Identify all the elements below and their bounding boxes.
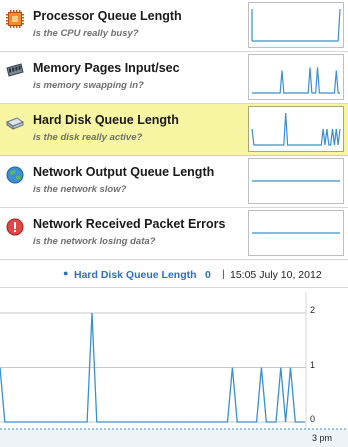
sparkline-series xyxy=(251,112,341,146)
error-alert-icon xyxy=(6,218,24,236)
counter-name: Memory Pages Input/sec xyxy=(33,61,180,75)
sparkline[interactable] xyxy=(248,210,344,256)
y-tick-label: 0 xyxy=(310,414,316,424)
sparkline[interactable] xyxy=(248,158,344,204)
cpu-chip-icon xyxy=(6,10,24,28)
sparkline-svg xyxy=(251,112,341,146)
sparkline-series xyxy=(252,67,340,94)
counter-description: is memory swapping in? xyxy=(33,80,144,91)
status-current-value: 0 xyxy=(205,269,211,281)
counter-name: Hard Disk Queue Length xyxy=(33,113,179,127)
hard-disk-icon xyxy=(5,114,25,132)
counter-description: is the disk really active? xyxy=(33,132,143,143)
sparkline-series xyxy=(252,8,341,42)
detail-chart-svg xyxy=(0,292,348,447)
status-timestamp: 15:05 July 10, 2012 xyxy=(230,269,322,281)
counter-row[interactable]: Network Received Packet Errors is the net… xyxy=(0,208,348,260)
sparkline[interactable] xyxy=(248,106,344,152)
sparkline[interactable] xyxy=(248,54,344,100)
detail-chart[interactable]: 2 1 0 3 pm xyxy=(0,288,348,447)
sparkline-svg xyxy=(251,8,341,42)
y-tick-label: 2 xyxy=(310,305,316,315)
counter-name: Network Output Queue Length xyxy=(33,165,215,179)
counter-description: is the network losing data? xyxy=(33,236,156,247)
counter-row[interactable]: Hard Disk Queue Length is the disk really… xyxy=(0,104,348,156)
counter-row[interactable]: Memory Pages Input/sec is memory swapping… xyxy=(0,52,348,104)
status-series-label: Hard Disk Queue Length xyxy=(74,269,197,281)
status-bar: ● Hard Disk Queue Length 0 | 15:05 July … xyxy=(0,262,348,288)
counter-name: Processor Queue Length xyxy=(33,9,182,23)
globe-icon xyxy=(6,166,24,184)
counter-name: Network Received Packet Errors xyxy=(33,217,226,231)
memory-module-icon xyxy=(6,62,24,80)
counter-row[interactable]: Processor Queue Length is the CPU really … xyxy=(0,0,348,52)
status-separator: | xyxy=(222,268,225,280)
sparkline-svg xyxy=(252,67,340,94)
counter-row[interactable]: Network Output Queue Length is the networ… xyxy=(0,156,348,208)
sparkline-svg xyxy=(252,232,340,234)
y-tick-label: 1 xyxy=(310,359,316,370)
series-bullet-icon: ● xyxy=(63,268,69,278)
x-axis-strip xyxy=(0,429,348,447)
sparkline-svg xyxy=(252,180,340,182)
x-tick-label: 3 pm xyxy=(312,433,333,443)
sparkline[interactable] xyxy=(248,2,344,48)
counter-description: is the CPU really busy? xyxy=(33,28,139,39)
counter-description: is the network slow? xyxy=(33,184,127,195)
